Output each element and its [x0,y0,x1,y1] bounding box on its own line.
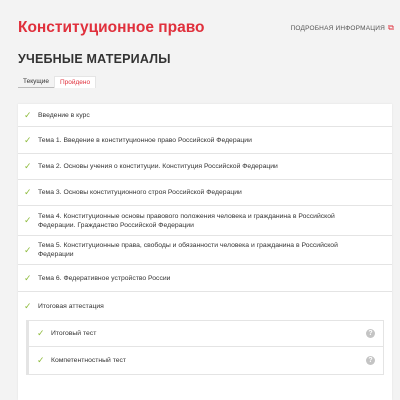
check-icon: ✓ [24,272,32,283]
more-info-link[interactable]: ПОДРОБНАЯ ИНФОРМАЦИЯ ⧉ [290,23,394,33]
tab-passed[interactable]: Пройдено [53,76,97,88]
sub-item-competency-test[interactable]: ✓ Компетентностный тест ? [26,347,384,375]
list-item-label: Тема 1. Введение в конституционное право… [38,136,252,144]
sub-item-label: Итоговый тест [51,330,97,337]
check-icon: ✓ [24,161,32,171]
tabs: Текущие Пройдено [18,76,400,90]
list-item-topic-3[interactable]: ✓ Тема 3. Основы конституционного строя … [18,180,392,206]
list-item-label: Тема 6. Федеративное устройство России [38,274,171,282]
section-title: УЧЕБНЫЕ МАТЕРИАЛЫ [18,52,171,66]
check-icon: ✓ [24,244,32,255]
course-title: Конституционное право [18,19,205,36]
check-icon: ✓ [24,109,32,120]
list-item-label: Тема 4. Конституционные основы правового… [38,212,335,229]
check-icon: ✓ [24,187,32,197]
check-icon: ✓ [24,134,32,145]
help-icon[interactable]: ? [366,329,375,338]
page-header: Конституционное право ПОДРОБНАЯ ИНФОРМАЦ… [0,0,400,38]
sub-item-final-test[interactable]: ✓ Итоговый тест ? [26,320,384,347]
list-item-label: Итоговая аттестация [38,302,104,310]
external-link-icon: ⧉ [388,23,394,32]
list-item-intro[interactable]: ✓ Введение в курс [18,104,392,127]
tab-current[interactable]: Текущие [18,76,54,88]
help-icon[interactable]: ? [366,356,375,365]
list-item-topic-2[interactable]: ✓ Тема 2. Основы учения о конституции. К… [18,154,392,180]
list-item-label: Тема 5. Конституционные права, свободы и… [38,242,338,258]
more-info-label: ПОДРОБНАЯ ИНФОРМАЦИЯ [290,24,386,32]
materials-list: ✓ Введение в курс ✓ Тема 1. Введение в к… [18,104,392,400]
list-item-topic-5[interactable]: ✓ Тема 5. Конституционные права, свободы… [18,236,392,265]
list-item-topic-6[interactable]: ✓ Тема 6. Федеративное устройство России [18,265,392,292]
list-item-topic-4[interactable]: ✓ Тема 4. Конституционные основы правово… [18,206,392,236]
list-item-label: Введение в курс [38,111,90,119]
list-item-final-attestation[interactable]: ✓ Итоговая аттестация [18,292,392,320]
list-item-label: Тема 3. Основы конституционного строя Ро… [38,189,242,196]
check-icon: ✓ [37,355,45,365]
list-item-label: Тема 2. Основы учения о конституции. Кон… [38,163,278,170]
check-icon: ✓ [24,300,32,311]
sub-item-label: Компетентностный тест [51,357,127,364]
check-icon: ✓ [37,328,45,338]
check-icon: ✓ [24,215,32,225]
page: Конституционное право ПОДРОБНАЯ ИНФОРМАЦ… [0,0,400,400]
list-item-topic-1[interactable]: ✓ Тема 1. Введение в конституционное пра… [18,127,392,154]
